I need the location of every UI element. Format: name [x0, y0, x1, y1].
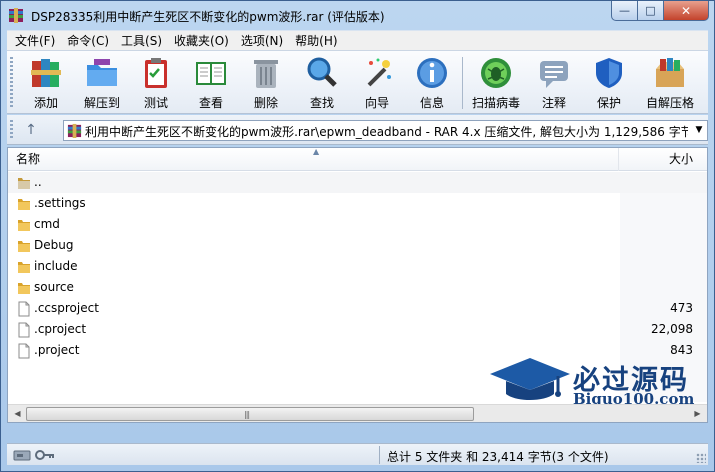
folder-up-icon — [18, 178, 30, 189]
scroll-left-icon[interactable]: ◀ — [9, 406, 26, 422]
minimize-button[interactable]: — — [611, 1, 638, 21]
file-rows: .. .settings cmd Debug include source .c… — [8, 172, 707, 361]
table-row[interactable]: .. — [8, 172, 707, 193]
magic-wand-icon — [367, 58, 391, 87]
wizard-button[interactable]: 向导 — [352, 55, 402, 113]
scroll-right-icon[interactable]: ▶ — [689, 406, 706, 422]
winrar-window: DSP28335利用中断产生死区不断变化的pwm波形.rar (评估版本) — … — [0, 0, 715, 472]
menu-bar: 文件(F) 命令(C) 工具(S) 收藏夹(O) 选项(N) 帮助(H) — [7, 30, 708, 50]
magnifier-find-icon — [307, 57, 337, 87]
address-bar: ↑ 利用中断产生死区不断变化的pwm波形.rar\epwm_deadband -… — [7, 115, 708, 145]
menu-commands[interactable]: 命令(C) — [61, 31, 115, 51]
folder-icon — [18, 199, 30, 210]
extract-to-button[interactable]: 解压到 — [77, 55, 127, 113]
table-row[interactable]: .cproject 22,098 — [8, 319, 707, 340]
chevron-down-icon[interactable]: ▼ — [691, 121, 707, 140]
file-icon — [18, 322, 30, 338]
status-bar: 总计 5 文件夹 和 23,414 字节(3 个文件) — [7, 443, 708, 465]
archive-path: 利用中断产生死区不断变化的pwm波形.rar\epwm_deadband - R… — [85, 125, 688, 139]
watermark: 必过源码 Biguo100.com — [488, 356, 703, 408]
menu-file[interactable]: 文件(F) — [9, 31, 61, 51]
comment-icon — [540, 61, 568, 88]
folder-icon — [18, 241, 30, 252]
menu-options[interactable]: 选项(N) — [235, 31, 289, 51]
folder-extract-icon — [87, 59, 117, 86]
comment-button[interactable]: 注释 — [529, 55, 579, 113]
maximize-button[interactable]: □ — [638, 1, 664, 21]
status-separator — [379, 446, 380, 464]
close-button[interactable]: ✕ — [664, 1, 709, 21]
delete-button[interactable]: 删除 — [241, 55, 291, 113]
window-title: DSP28335利用中断产生死区不断变化的pwm波形.rar (评估版本) — [31, 10, 385, 24]
path-combobox[interactable]: 利用中断产生死区不断变化的pwm波形.rar\epwm_deadband - R… — [63, 120, 708, 141]
menu-help[interactable]: 帮助(H) — [289, 31, 343, 51]
folder-icon — [18, 283, 30, 294]
book-view-icon — [196, 62, 226, 85]
menu-tools[interactable]: 工具(S) — [115, 31, 168, 51]
table-row[interactable]: .ccsproject 473 — [8, 298, 707, 319]
trash-delete-icon — [254, 60, 278, 88]
column-header-size[interactable]: 大小 — [620, 148, 707, 171]
column-header-name[interactable]: 名称 — [8, 148, 619, 171]
find-button[interactable]: 查找 — [297, 55, 347, 113]
toolbar: 添加 解压到 测试 查看 删除 查找 向导 信息 扫描病毒 注释 保护 自解压格 — [7, 50, 708, 114]
sfx-button[interactable]: 自解压格 — [639, 55, 701, 113]
info-icon — [417, 58, 447, 88]
status-summary: 总计 5 文件夹 和 23,414 字节(3 个文件) — [387, 450, 609, 464]
table-row[interactable]: .settings — [8, 193, 707, 214]
table-row[interactable]: cmd — [8, 214, 707, 235]
rar-archive-icon — [67, 123, 82, 138]
up-folder-button[interactable]: ↑ — [21, 121, 41, 139]
horizontal-scrollbar[interactable]: ◀ ||| ▶ — [8, 404, 707, 422]
scroll-grip-icon: ||| — [244, 410, 250, 419]
address-grip[interactable] — [10, 120, 13, 140]
table-row[interactable]: Debug — [8, 235, 707, 256]
winrar-app-icon — [9, 8, 23, 23]
info-button[interactable]: 信息 — [407, 55, 457, 113]
test-button[interactable]: 测试 — [131, 55, 181, 113]
clipboard-test-icon — [145, 58, 167, 88]
drive-key-icon — [13, 450, 54, 461]
view-button[interactable]: 查看 — [186, 55, 236, 113]
file-list: ▲ 名称 大小 .. .settings cmd Debug include s… — [7, 147, 708, 423]
protect-button[interactable]: 保护 — [584, 55, 634, 113]
column-header: ▲ 名称 大小 — [8, 148, 707, 171]
box-sfx-icon — [656, 58, 684, 87]
resize-grip-icon[interactable] — [696, 453, 706, 463]
virus-scan-button[interactable]: 扫描病毒 — [471, 55, 521, 113]
scrollbar-thumb[interactable]: ||| — [26, 407, 474, 421]
shield-protect-icon — [596, 58, 622, 88]
toolbar-separator — [462, 57, 463, 109]
window-controls: — □ ✕ — [611, 1, 709, 21]
virus-scan-icon — [481, 58, 511, 88]
folder-icon — [18, 262, 30, 273]
table-row[interactable]: include — [8, 256, 707, 277]
folder-icon — [18, 220, 30, 231]
menu-favorites[interactable]: 收藏夹(O) — [168, 31, 235, 51]
add-button[interactable]: 添加 — [21, 55, 71, 113]
toolbar-grip[interactable] — [10, 57, 13, 109]
file-icon — [18, 301, 30, 317]
title-bar[interactable]: DSP28335利用中断产生死区不断变化的pwm波形.rar (评估版本) — … — [1, 1, 714, 30]
graduation-cap-icon — [490, 358, 570, 400]
file-icon — [18, 343, 30, 359]
table-row[interactable]: source — [8, 277, 707, 298]
books-add-icon — [31, 59, 61, 87]
